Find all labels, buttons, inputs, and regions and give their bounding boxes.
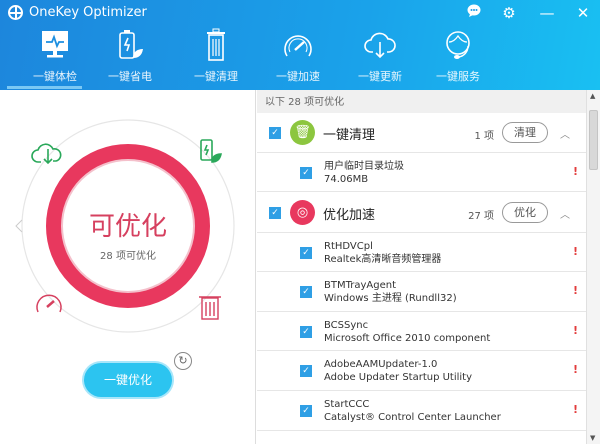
gear-icon[interactable]: ⚙ (498, 2, 520, 24)
warning-icon: ! (572, 363, 578, 376)
chevron-left-icon (15, 219, 23, 233)
warning-icon: ! (572, 245, 578, 258)
warning-icon: ! (572, 324, 578, 337)
optimization-list: 以下 28 项可优化 ✓ 🗑 一键清理 1 项 清理 ︿ ✓ 用户临时目录垃圾 7… (257, 90, 600, 444)
item-name: RtHDVCpl (324, 241, 373, 252)
collapse-icon[interactable]: ︿ (560, 206, 570, 221)
group-count: 27 项 (468, 211, 494, 222)
item-desc: Adobe Updater Startup Utility (324, 372, 473, 383)
warning-icon: ! (572, 165, 578, 178)
cloud-download-icon (364, 32, 396, 59)
item-name: 用户临时目录垃圾 (324, 161, 404, 172)
item-checkbox[interactable]: ✓ (300, 286, 312, 298)
item-checkbox[interactable]: ✓ (300, 167, 312, 179)
list-item: ✓ BTMTrayAgent Windows 主进程 (Rundll32) ! (257, 272, 586, 312)
item-name: StartCCC (324, 399, 370, 410)
status-subtitle: 28 项可优化 (100, 251, 156, 262)
tab-speedup[interactable]: 一键加速 (258, 28, 338, 84)
speedometer-icon (36, 294, 62, 313)
speedometer-icon: ◎ (290, 200, 315, 225)
item-desc: Catalyst® Control Center Launcher (324, 412, 501, 423)
collapse-icon[interactable]: ︿ (560, 126, 570, 141)
tab-power-save[interactable]: 一键省电 (90, 28, 170, 84)
scroll-down-icon[interactable]: ▼ (590, 434, 595, 442)
item-desc: Windows 主进程 (Rundll32) (324, 293, 457, 304)
tab-label: 一键省电 (108, 70, 152, 83)
close-button[interactable]: ✕ (572, 2, 594, 24)
headset-agent-icon (446, 31, 470, 59)
group-name: 优化加速 (323, 208, 376, 223)
tab-clean[interactable]: 一键清理 (176, 28, 256, 84)
item-checkbox[interactable]: ✓ (300, 365, 312, 377)
list-item: ✓ RtHDVCpl Realtek高清晰音频管理器 ! (257, 233, 586, 272)
trash-icon (207, 28, 225, 61)
warning-icon: ! (572, 403, 578, 416)
item-desc: Realtek高清晰音频管理器 (324, 254, 442, 265)
item-checkbox[interactable]: ✓ (300, 405, 312, 417)
battery-leaf-icon (119, 30, 143, 59)
group-checkbox[interactable]: ✓ (269, 207, 281, 219)
clean-button[interactable]: 清理 (502, 122, 548, 143)
trash-icon (199, 296, 221, 320)
optimize-button[interactable]: 优化 (502, 202, 548, 223)
item-desc: 74.06MB (324, 174, 369, 185)
tab-label: 一键体检 (33, 70, 77, 83)
list-item: ✓ AdobeAAMUpdater-1.0 Adobe Updater Start… (257, 351, 586, 391)
title-bar: OneKey Optimizer ⚙ — ✕ 一键体检 一键省电 一键清理 一键… (0, 0, 600, 90)
monitor-pulse-icon (42, 31, 68, 58)
item-name: AdobeAAMUpdater-1.0 (324, 359, 438, 370)
app-title-text: OneKey Optimizer (29, 5, 147, 20)
speedometer-icon (284, 35, 312, 57)
minimize-button[interactable]: — (536, 2, 558, 24)
item-name: BCSSync (324, 320, 369, 331)
tab-label: 一键清理 (194, 70, 238, 83)
group-row-clean: ✓ 🗑 一键清理 1 项 清理 ︿ (257, 113, 586, 153)
refresh-icon[interactable]: ↻ (174, 352, 192, 370)
one-key-optimize-button[interactable]: 一键优化 (84, 363, 172, 397)
tab-label: 一键加速 (276, 70, 320, 83)
active-tab-indicator (7, 86, 82, 89)
item-checkbox[interactable]: ✓ (300, 247, 312, 259)
list-item: ✓ BCSSync Microsoft Office 2010 component… (257, 312, 586, 351)
tab-checkup[interactable]: 一键体检 (15, 28, 95, 84)
item-desc: Microsoft Office 2010 component (324, 333, 491, 344)
tab-label: 一键服务 (436, 70, 480, 83)
item-checkbox[interactable]: ✓ (300, 326, 312, 338)
scroll-up-icon[interactable]: ▲ (590, 92, 595, 100)
app-logo-icon (8, 5, 23, 20)
chat-icon[interactable] (463, 2, 485, 24)
status-title: 可优化 (88, 212, 167, 242)
tab-label: 一键更新 (358, 70, 402, 83)
group-checkbox[interactable]: ✓ (269, 127, 281, 139)
battery-leaf-icon (200, 139, 222, 163)
list-item: ✓ StartCCC Catalyst® Control Center Launc… (257, 391, 586, 431)
trash-icon: 🗑 (290, 120, 315, 145)
tab-service[interactable]: 一键服务 (418, 28, 498, 84)
item-name: BTMTrayAgent (324, 280, 396, 291)
scrollbar-thumb[interactable] (589, 110, 598, 170)
group-count: 1 项 (474, 131, 494, 142)
scrollbar[interactable]: ▲ ▼ (586, 90, 600, 444)
group-name: 一键清理 (323, 128, 376, 143)
list-item: ✓ 用户临时目录垃圾 74.06MB ! (257, 153, 586, 192)
tab-update[interactable]: 一键更新 (340, 28, 420, 84)
group-row-speedup: ✓ ◎ 优化加速 27 项 优化 ︿ (257, 192, 586, 233)
list-header: 以下 28 项可优化 (257, 90, 586, 113)
app-title: OneKey Optimizer (8, 5, 147, 20)
warning-icon: ! (572, 284, 578, 297)
